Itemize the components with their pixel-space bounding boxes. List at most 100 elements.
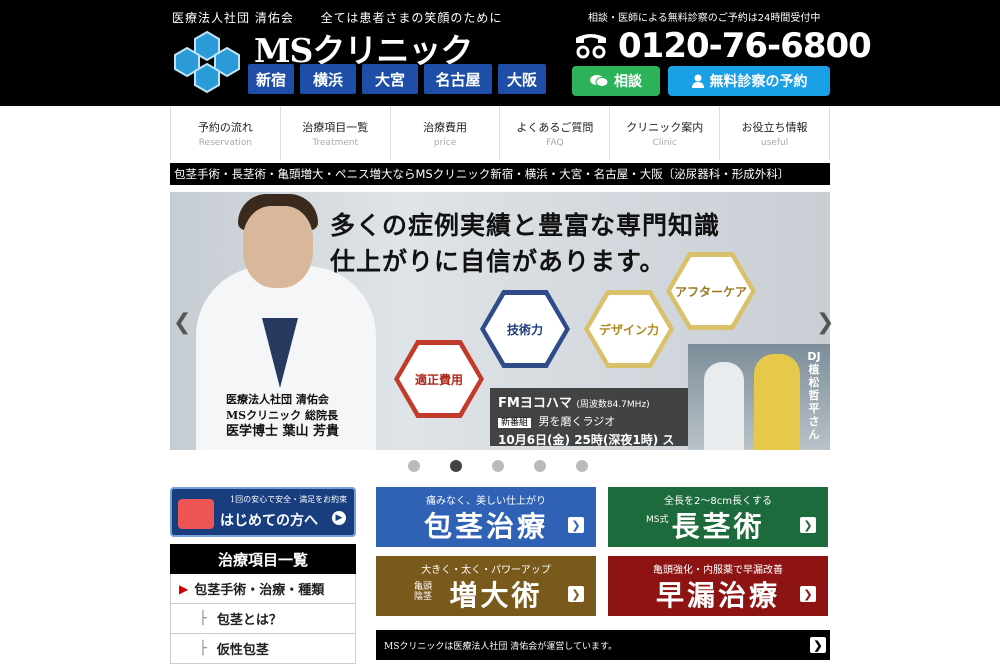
nav-sublabel: FAQ: [546, 137, 564, 148]
hex-label: デザイン力: [589, 295, 669, 363]
first-visit-banner[interactable]: 1回の安心で安全・満足をお約束 はじめての方へ ▶: [170, 487, 356, 537]
fm-start: 10月6日(金) 25時(深夜1時) スタート!: [498, 433, 675, 447]
sidebar-item-label: 仮性包茎: [216, 643, 269, 658]
city-button-omiya[interactable]: 大宮: [362, 64, 418, 94]
card-enlargement[interactable]: 大きく・太く・パワーアップ 亀頭 陰茎 増大術 ❯: [376, 556, 596, 616]
card-premature-treatment[interactable]: 亀頭強化・内服薬で早漏改善 早漏治療 ❯: [608, 556, 828, 616]
corp-name: 医療法人社団 清佑会: [172, 11, 294, 25]
chevron-left-icon[interactable]: ❮: [173, 310, 191, 335]
hex-label: 技術力: [485, 295, 565, 363]
card-title: 早漏治療: [655, 579, 780, 612]
slider-dot[interactable]: [534, 460, 546, 472]
doctor-info: 医療法人社団 清佑会 MSクリニック 総院長 医学博士 葉山 芳貴: [226, 392, 339, 440]
nav-sublabel: Clinic: [652, 137, 677, 148]
nav-label: よくあるご質問: [516, 120, 594, 134]
clinic-logo-icon[interactable]: [170, 30, 244, 94]
card-title: 包茎治療: [423, 510, 548, 543]
slider-dot-active[interactable]: [450, 460, 462, 472]
chevron-right-icon: ❯: [800, 517, 816, 533]
banner-image: [178, 499, 214, 529]
tel-note: 相談・医師による無料診察のご予約は24時間受付中: [588, 13, 821, 24]
city-button-shinjuku[interactable]: 新宿: [248, 64, 294, 94]
fm-program: 男を磨くラジオ: [538, 415, 616, 428]
nav-label: お役立ち情報: [741, 120, 808, 134]
slider-dot[interactable]: [576, 460, 588, 472]
card-title: 長茎術: [671, 510, 765, 543]
nav-sublabel: useful: [760, 137, 789, 148]
nav-sublabel: price: [433, 137, 457, 148]
nav-faq[interactable]: よくあるご質問 FAQ: [500, 106, 611, 160]
card-lengthening[interactable]: 全長を2～8cm長くする MS式 長茎術 ❯: [608, 487, 828, 547]
doctor-name: 医学博士 葉山 芳貴: [226, 424, 340, 439]
consult-label: 相談: [614, 74, 642, 90]
doctor-icon: [691, 74, 704, 88]
nav-treatment[interactable]: 治療項目一覧 Treatment: [281, 106, 391, 160]
city-button-yokohama[interactable]: 横浜: [300, 64, 356, 94]
sidebar-item-label: 包茎とは？: [216, 613, 282, 628]
nav-label: 治療費用: [423, 120, 468, 134]
free-dial-icon: [576, 34, 606, 59]
sidebar-item-pseudo-phimosis[interactable]: ├ 仮性包茎: [170, 634, 356, 664]
chevron-right-icon: ❯: [810, 637, 826, 653]
chevron-right-icon: ❯: [568, 586, 584, 602]
fm-new-tag: 新番組: [498, 418, 532, 428]
hex-label: 適正費用: [399, 345, 479, 413]
fm-frequency: (周波数84.7MHz): [576, 400, 650, 410]
chevron-right-icon[interactable]: ❯: [816, 310, 834, 335]
sidebar-item-what-is-phimosis[interactable]: ├ 包茎とは？: [170, 604, 356, 634]
radio-photo: DJ植松哲平さん: [688, 344, 830, 450]
tagline: 包茎手術・長茎術・亀頭増大・ペニス増大ならMSクリニック新宿・横浜・大宮・名古屋…: [170, 163, 830, 185]
consult-button[interactable]: 相談: [572, 66, 660, 96]
card-phimosis-treatment[interactable]: 痛みなく、美しい仕上がり 包茎治療 ❯: [376, 487, 596, 547]
triangle-right-icon: ▶: [179, 581, 189, 596]
reserve-button[interactable]: 無料診察の予約: [668, 66, 830, 96]
sidebar-title: 治療項目一覧: [170, 544, 356, 574]
nav-useful[interactable]: お役立ち情報 useful: [720, 106, 830, 160]
banner-title: はじめての方へ: [220, 513, 318, 529]
card-title: 増大術: [449, 579, 543, 612]
fm-station: FMヨコハマ: [498, 396, 572, 411]
slide-headline-1: 多くの症例実績と豊富な専門知識: [330, 211, 721, 240]
corp-motto: 全ては患者さまの笑顔のために: [320, 11, 503, 25]
photo-person-1: [704, 362, 744, 450]
nav-clinic[interactable]: クリニック案内 Clinic: [610, 106, 721, 160]
dj-label: DJ植松哲平さん: [807, 350, 821, 441]
nav-price[interactable]: 治療費用 price: [391, 106, 501, 160]
global-nav: 予約の流れ Reservation 治療項目一覧 Treatment 治療費用 …: [170, 106, 830, 160]
hex-design: デザイン力: [584, 290, 674, 368]
chat-icon: [590, 75, 608, 87]
nav-label: 予約の流れ: [197, 120, 253, 134]
hero-slider[interactable]: 多くの症例実績と豊富な専門知識 仕上がりに自信があります。 医療法人社団 清佑会…: [170, 192, 830, 450]
city-button-nagoya[interactable]: 名古屋: [424, 64, 492, 94]
chevron-right-icon: ❯: [568, 517, 584, 533]
city-nav: 新宿 横浜 大宮 名古屋 大阪: [248, 64, 546, 94]
hex-aftercare: アフターケア: [666, 252, 756, 330]
hex-price: 適正費用: [394, 340, 484, 418]
nav-label: 治療項目一覧: [302, 120, 369, 134]
city-button-osaka[interactable]: 大阪: [498, 64, 546, 94]
chevron-right-icon: ❯: [800, 586, 816, 602]
nav-sublabel: Treatment: [312, 137, 359, 148]
nav-sublabel: Reservation: [198, 137, 253, 148]
tel-block[interactable]: 0120-76-6800: [572, 26, 872, 66]
banner-small-text: 1回の安心で安全・満足をお約束: [230, 495, 348, 504]
nav-reservation[interactable]: 予約の流れ Reservation: [171, 106, 281, 160]
slide-headline-2: 仕上がりに自信があります。: [330, 247, 666, 276]
slider-dot[interactable]: [492, 460, 504, 472]
doctor-corp: 医療法人社団 清佑会: [226, 393, 329, 406]
tree-branch-icon: ├: [199, 611, 207, 626]
tel-number[interactable]: 0120-76-6800: [618, 26, 872, 66]
hex-label: アフターケア: [671, 257, 751, 325]
play-arrow-icon: ▶: [332, 511, 346, 525]
nav-label: クリニック案内: [626, 120, 704, 134]
radio-banner[interactable]: FMヨコハマ (周波数84.7MHz) 新番組 男を磨くラジオ 10月6日(金)…: [490, 388, 688, 447]
tree-branch-icon: ├: [199, 641, 207, 656]
operator-info-bar[interactable]: MSクリニックは医療法人社団 清佑会が運営しています。 ❯: [376, 630, 830, 660]
operator-info-text: MSクリニックは医療法人社団 清佑会が運営しています。: [384, 641, 618, 652]
doctor-face: [243, 206, 313, 288]
reserve-label: 無料診察の予約: [709, 74, 808, 90]
sidebar-item-phimosis-surgery[interactable]: ▶ 包茎手術・治療・種類: [170, 574, 356, 604]
slider-dot[interactable]: [408, 460, 420, 472]
site-header: 医療法人社団 清佑会 全ては患者さまの笑顔のために MSクリニック 新宿 横浜 …: [0, 0, 1000, 106]
sidebar-item-label: 包茎手術・治療・種類: [194, 583, 325, 598]
